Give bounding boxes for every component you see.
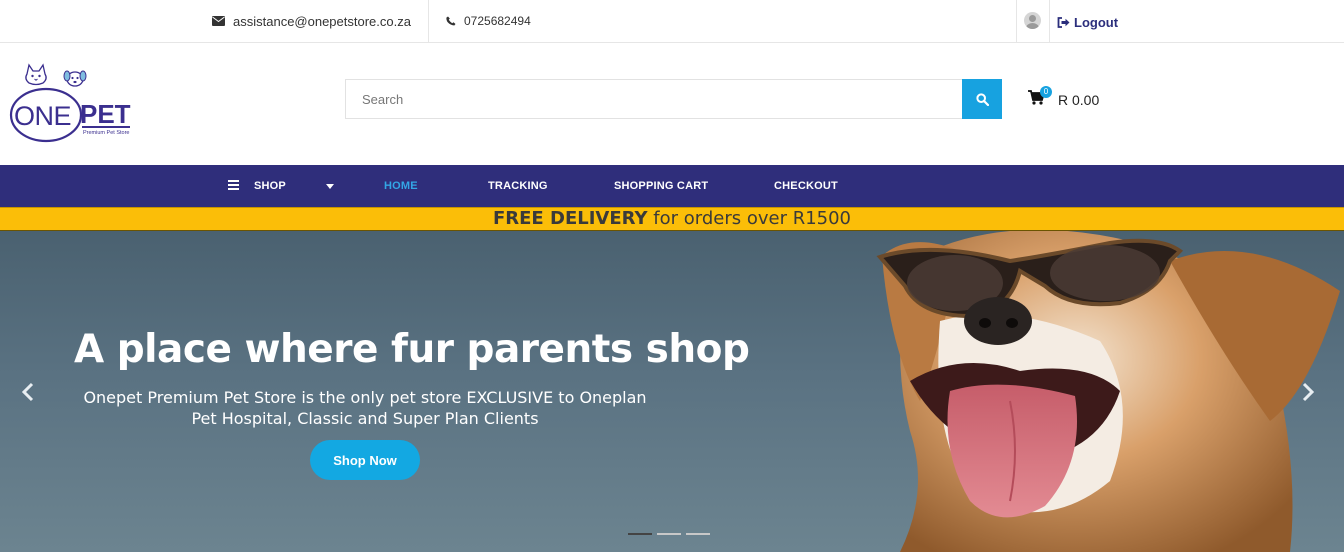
chevron-down-icon[interactable]: [326, 184, 334, 189]
top-bar: assistance@onepetstore.co.za 0725682494 …: [0, 0, 1344, 43]
logout-label: Logout: [1074, 14, 1119, 30]
divider: [428, 0, 429, 42]
divider: [1049, 0, 1050, 42]
main-navigation: SHOP HOME TRACKING SHOPPING CART CHECKOU…: [0, 165, 1344, 207]
phone-icon: [446, 16, 456, 26]
dog-icon: [63, 70, 87, 87]
hero-subtitle: Onepet Premium Pet Store is the only pet…: [83, 388, 647, 428]
nav-tracking[interactable]: TRACKING: [488, 165, 548, 207]
shop-now-button[interactable]: Shop Now: [310, 440, 420, 480]
menu-icon[interactable]: [228, 180, 239, 190]
onepet-logo[interactable]: ONE PET Premium Pet Store: [8, 62, 134, 146]
hero-title: A place where fur parents shop: [74, 327, 750, 372]
promo-banner: FREE DELIVERY for orders over R1500: [0, 207, 1344, 231]
email-text: assistance@onepetstore.co.za: [233, 13, 411, 29]
logo-one-text: ONE: [14, 101, 71, 131]
divider: [1016, 0, 1017, 42]
hero-slider: A place where fur parents shop Onepet Pr…: [0, 231, 1344, 552]
sign-out-icon: [1057, 16, 1070, 28]
cart-count-badge: 0: [1040, 86, 1052, 98]
chevron-left-icon[interactable]: [20, 381, 36, 403]
nav-shop[interactable]: SHOP: [254, 165, 286, 207]
dog-with-sunglasses-image: [876, 231, 1340, 552]
slide-indicator-1[interactable]: [628, 533, 652, 535]
nav-shopping-cart[interactable]: SHOPPING CART: [614, 165, 708, 207]
cat-icon: [25, 63, 47, 86]
logo-pet-text: PET: [80, 99, 131, 129]
contact-phone[interactable]: 0725682494: [446, 0, 531, 42]
logout-link[interactable]: Logout: [1057, 0, 1118, 44]
user-avatar-icon[interactable]: [1024, 12, 1041, 29]
promo-highlight: FREE DELIVERY: [492, 208, 648, 229]
nav-checkout[interactable]: CHECKOUT: [774, 165, 838, 207]
envelope-icon: [212, 16, 225, 26]
slide-indicator-3[interactable]: [686, 533, 710, 535]
search-bar: [345, 79, 1002, 119]
search-button[interactable]: [962, 79, 1002, 119]
cart-total: R 0.00: [1058, 92, 1100, 108]
chevron-right-icon[interactable]: [1300, 381, 1316, 403]
mini-cart[interactable]: 0 R 0.00: [1028, 86, 1118, 114]
nav-home[interactable]: HOME: [384, 165, 418, 207]
search-icon: [975, 92, 989, 106]
slider-indicators: [628, 533, 710, 535]
logo-tagline: Premium Pet Store: [83, 130, 129, 136]
phone-text: 0725682494: [464, 14, 531, 28]
search-input[interactable]: [345, 79, 962, 119]
promo-text: for orders over R1500: [647, 208, 852, 229]
slide-indicator-2[interactable]: [657, 533, 681, 535]
contact-email[interactable]: assistance@onepetstore.co.za: [212, 0, 411, 42]
